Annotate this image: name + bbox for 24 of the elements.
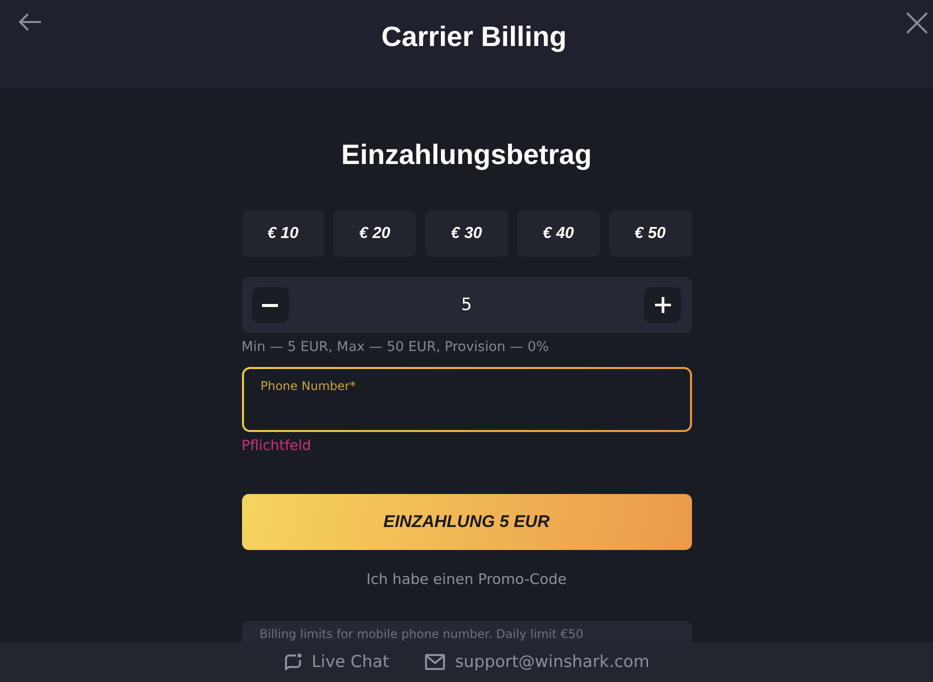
section-title: Einzahlungsbetrag [340, 138, 593, 172]
phone-number-field[interactable]: Phone Number* [242, 367, 692, 432]
amount-preset-button[interactable]: € 40 [516, 210, 600, 257]
live-chat-link[interactable]: Live Chat [284, 652, 390, 672]
back-arrow-icon[interactable] [18, 12, 42, 32]
increase-button[interactable] [644, 287, 682, 323]
amount-value: 5 [461, 295, 472, 315]
amount-preset-button[interactable]: € 50 [608, 210, 692, 257]
amount-preset-button[interactable]: € 10 [242, 210, 324, 257]
envelope-icon [425, 654, 446, 670]
billing-limits-note: Billing limits for mobile phone number. Daily limit €50 [260, 627, 584, 641]
error-message: Pflichtfeld [242, 437, 312, 455]
chat-icon [284, 653, 302, 671]
close-icon[interactable] [906, 12, 928, 34]
amount-preset-button[interactable]: € 20 [333, 210, 416, 257]
amount-preset-button[interactable]: € 30 [425, 210, 508, 257]
plus-icon [654, 297, 671, 313]
minus-icon [262, 304, 278, 306]
deposit-button[interactable]: EINZAHLUNG 5 EUR [242, 494, 692, 550]
support-email-link[interactable]: support@winshark.com [425, 652, 650, 672]
limits-hint: Min — 5 EUR, Max — 50 EUR, Provision — 0% [242, 338, 550, 356]
decrease-button[interactable] [252, 287, 288, 323]
window-title: Carrier Billing [381, 20, 567, 54]
promo-code-link[interactable]: Ich habe einen Promo-Code [366, 571, 567, 589]
